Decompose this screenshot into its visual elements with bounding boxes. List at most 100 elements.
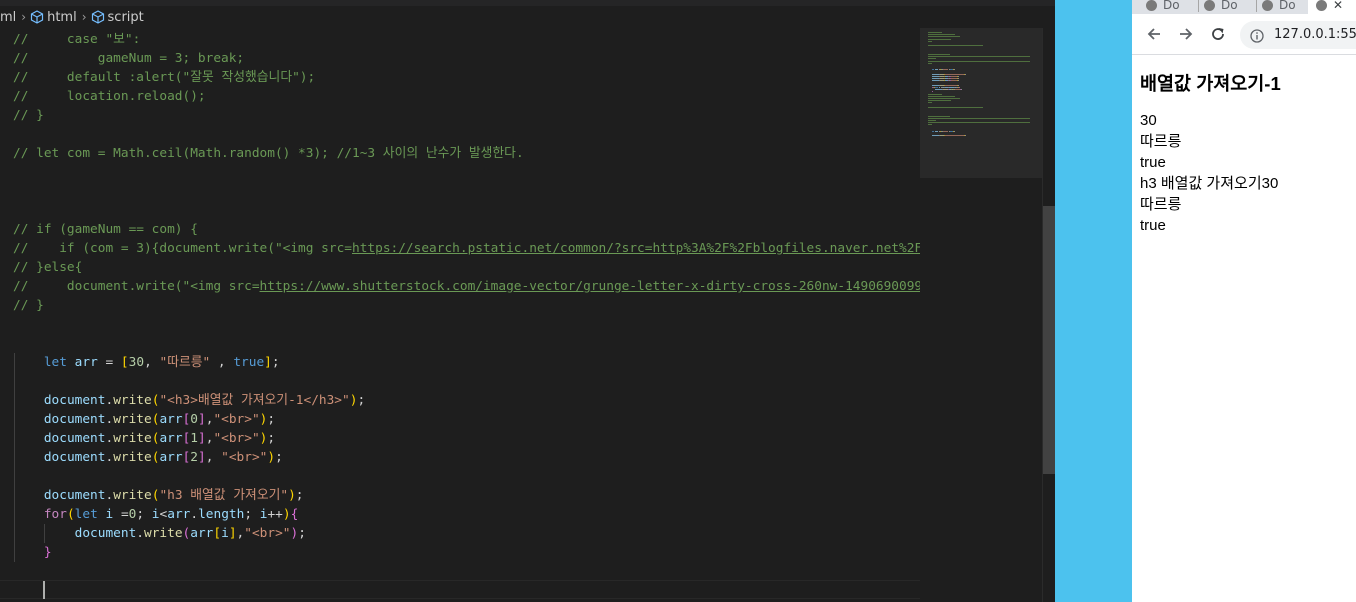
forward-button[interactable] [1176, 24, 1196, 44]
breadcrumb-item-script[interactable]: script [91, 10, 144, 25]
code-line[interactable]: // gameNum = 3; break; [13, 49, 244, 68]
code-line[interactable]: document.write(arr[0],"<br>"); [13, 410, 275, 429]
code-token: ] [228, 526, 237, 541]
browser-tab[interactable]: Do [1146, 0, 1180, 14]
code-line[interactable]: // if (com = 3){document.write("<img src… [13, 239, 920, 258]
current-line-highlight [0, 580, 920, 599]
breadcrumb-item-html[interactable]: html [30, 10, 77, 25]
minimap-line [931, 76, 939, 77]
code-line[interactable]: // location.reload(); [13, 87, 206, 106]
minimap[interactable] [920, 28, 1042, 602]
minimap-line [928, 38, 951, 40]
code-line[interactable]: // } [13, 296, 44, 315]
output-line: 따르릉 [1140, 196, 1182, 213]
chevron-right-icon: › [21, 10, 27, 24]
code-line[interactable]: // if (gameNum == com) { [13, 220, 198, 239]
code-line[interactable]: // }else{ [13, 258, 82, 277]
globe-icon [1204, 0, 1215, 11]
code-token: write [113, 450, 152, 465]
minimap-line [943, 131, 948, 132]
minimap-line [928, 32, 943, 33]
globe-icon [1146, 0, 1157, 11]
code-token: true [233, 355, 265, 370]
code-token: ; [244, 507, 260, 522]
indent-guide [14, 543, 15, 562]
minimap-line [931, 84, 939, 86]
output-line: true [1140, 217, 1166, 234]
code-line[interactable]: document.write("h3 배열값 가져오기"); [13, 486, 304, 505]
code-line[interactable]: // default :alert("잘못 작성했습니다"); [13, 68, 315, 87]
minimap-line [928, 122, 957, 124]
code-area[interactable]: // case "보": // gameNum = 3; break; // def… [0, 30, 920, 602]
minimap-slider[interactable] [920, 28, 1042, 178]
code-token: 1 [190, 431, 198, 446]
code-token: "<h3>배열값 가져오기-1</h3>" [159, 393, 350, 408]
scrollbar-thumb[interactable] [1043, 206, 1055, 474]
code-token: ++ [267, 507, 283, 522]
code-line[interactable]: // case "보": [13, 30, 140, 49]
back-button[interactable] [1144, 24, 1164, 44]
output-line: true [1140, 154, 1166, 171]
code-line[interactable]: // document.write("<img src=https://www.… [13, 277, 920, 296]
code-token: document [43, 488, 106, 503]
minimap-line [958, 87, 960, 88]
code-token: ; [136, 507, 152, 522]
minimap-line [928, 56, 968, 58]
indent-guide [14, 353, 15, 372]
code-token: , [210, 355, 234, 370]
minimap-line [928, 58, 937, 60]
code-token: , [144, 355, 160, 370]
code-token: https://search.pstatic.net/common/?src=h… [352, 241, 920, 256]
code-token: = [113, 507, 129, 522]
code-line[interactable]: // let com = Math.ceil(Math.random() *3)… [13, 144, 524, 163]
code-token: // }else{ [13, 260, 83, 275]
minimap-line [928, 60, 957, 62]
code-token: "<br>" [213, 431, 260, 446]
tab-divider [1256, 0, 1257, 12]
code-line[interactable]: } [13, 543, 52, 562]
minimap-line [928, 34, 955, 36]
address-bar[interactable]: 127.0.0.1:550 [1240, 21, 1356, 49]
cube-icon [30, 10, 44, 24]
reload-button[interactable] [1208, 24, 1228, 44]
browser-tab[interactable]: Do [1204, 0, 1238, 14]
code-line[interactable]: document.write(arr[i],"<br>"); [13, 524, 306, 543]
minimap-line [945, 84, 957, 86]
indent-guide [44, 524, 45, 543]
code-token: i [151, 507, 160, 522]
minimap-line [931, 69, 935, 71]
vertical-scrollbar[interactable] [1042, 28, 1055, 602]
code-token: document [74, 526, 137, 541]
code-line[interactable]: // } [13, 106, 44, 125]
minimap-line [945, 73, 964, 75]
browser-tab-active[interactable]: ✕ [1308, 0, 1356, 14]
minimap-line [964, 135, 966, 137]
code-line[interactable]: let arr = [30, "따르릉" , true]; [13, 353, 280, 372]
code-token: document [43, 393, 106, 408]
output-line: 따르릉 [1140, 133, 1182, 150]
minimap-line [931, 80, 939, 82]
code-editor[interactable]: ml › html › script // case "보": // gameNu… [0, 0, 1055, 602]
minimap-line [935, 89, 943, 91]
browser-tab[interactable]: Do [1262, 0, 1296, 14]
output-line: h3 배열값 가져오기30 [1140, 175, 1279, 192]
code-token: length [198, 507, 245, 522]
browser-window[interactable]: Do Do Do ✕ 127.0.0.1:550 배열값 가져오기-1 30 따… [1132, 0, 1356, 602]
code-line[interactable]: document.write(arr[1],"<br>"); [13, 429, 275, 448]
minimap-line [931, 135, 939, 137]
minimap-line [964, 73, 966, 75]
minimap-line [928, 62, 932, 64]
code-line[interactable]: for(let i =0; i<arr.length; i++){ [13, 505, 298, 524]
breadcrumb-item-file[interactable]: ml [0, 10, 16, 25]
code-token: // document.write("<img src= [13, 279, 260, 294]
code-token: ) [288, 488, 296, 503]
code-token: write [113, 431, 152, 446]
code-line[interactable]: document.write(arr[2], "<br>"); [13, 448, 283, 467]
code-line[interactable]: document.write("<h3>배열값 가져오기-1</h3>"); [13, 391, 365, 410]
page-heading: 배열값 가져오기-1 [1140, 73, 1281, 94]
info-icon[interactable] [1250, 28, 1264, 47]
indent-guide [14, 486, 15, 505]
globe-icon [1262, 0, 1273, 11]
close-icon[interactable]: ✕ [1333, 0, 1343, 12]
